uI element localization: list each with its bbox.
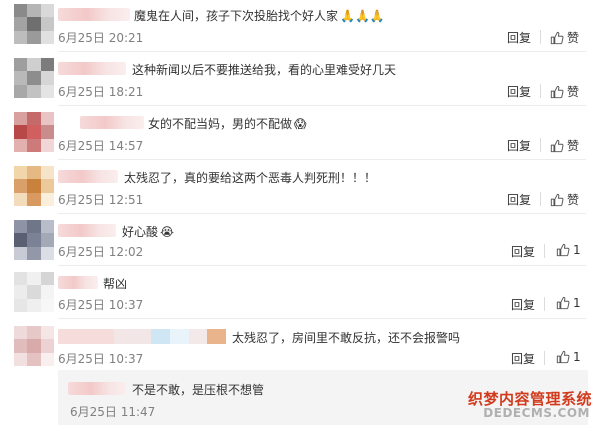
thumbs-up-icon — [550, 193, 564, 206]
reply-button[interactable]: 回复 — [511, 243, 535, 260]
username[interactable] — [58, 62, 126, 75]
comment-time: 6月25日 10:37 — [58, 298, 144, 312]
username[interactable] — [68, 382, 126, 395]
reply-button[interactable]: 回复 — [511, 296, 535, 313]
reply-button[interactable]: 回复 — [511, 350, 535, 367]
separator — [540, 30, 541, 44]
separator — [540, 84, 541, 98]
like-button[interactable]: 赞 — [550, 191, 579, 208]
comment-text: 帮凶 — [103, 277, 128, 291]
avatar[interactable] — [14, 166, 54, 206]
like-button[interactable]: 赞 — [550, 29, 579, 46]
avatar[interactable] — [14, 326, 54, 366]
divider — [58, 51, 586, 52]
comment-time: 6月25日 18:21 — [58, 85, 144, 99]
reply-button[interactable]: 回复 — [507, 29, 531, 46]
like-button[interactable]: 赞 — [550, 83, 579, 100]
username[interactable] — [58, 8, 130, 21]
like-button[interactable]: 1 — [556, 243, 581, 257]
username[interactable] — [58, 276, 98, 289]
username[interactable] — [58, 224, 116, 237]
comment-text: 太残忍了，房间里不敢反抗，还不会报警吗 — [232, 331, 461, 345]
separator — [544, 244, 545, 258]
comment-text: 魔鬼在人间，孩子下次投胎找个好人家 🙏🙏🙏 — [134, 9, 385, 23]
thumbs-up-icon — [550, 139, 564, 152]
reply-button[interactable]: 回复 — [507, 83, 531, 100]
thumbs-up-icon — [550, 85, 564, 98]
username[interactable] — [58, 170, 118, 183]
comment-emoji: 🙏🙏🙏 — [340, 9, 385, 23]
comment-time: 6月25日 10:37 — [58, 352, 144, 366]
comment-time: 6月25日 20:21 — [58, 31, 144, 45]
separator — [544, 297, 545, 311]
thumbs-up-icon — [556, 350, 570, 364]
thumbs-up-icon — [550, 31, 564, 44]
username[interactable] — [58, 329, 227, 344]
watermark-url: DEDECMS.COM — [483, 406, 590, 420]
avatar[interactable] — [14, 58, 54, 98]
comment-text: 不是不敢，是压根不想管 — [132, 383, 265, 397]
comment-time: 6月25日 12:02 — [58, 245, 144, 259]
divider — [58, 159, 586, 160]
avatar[interactable] — [14, 4, 54, 44]
comment-text: 太残忍了，真的要给这两个恶毒人判死刑！！！ — [124, 171, 377, 185]
divider — [58, 105, 586, 106]
comment-emoji: 😭 — [160, 225, 175, 239]
separator — [544, 351, 545, 365]
separator — [540, 138, 541, 152]
comment-emoji: 😱 — [294, 117, 307, 131]
username[interactable] — [80, 116, 144, 129]
avatar[interactable] — [14, 272, 54, 312]
divider — [58, 318, 586, 319]
comment-text: 这种新闻以后不要推送给我，看的心里难受好几天 — [132, 63, 397, 77]
like-button[interactable]: 1 — [556, 296, 581, 310]
like-button[interactable]: 赞 — [550, 137, 579, 154]
comment-text: 好心酸 😭 — [122, 225, 175, 239]
divider — [58, 213, 586, 214]
comment-time: 6月25日 12:51 — [58, 193, 144, 207]
comment-time: 6月25日 11:47 — [70, 405, 156, 419]
avatar[interactable] — [14, 220, 54, 260]
separator — [540, 192, 541, 206]
reply-button[interactable]: 回复 — [507, 191, 531, 208]
comment-time: 6月25日 14:57 — [58, 139, 144, 153]
avatar[interactable] — [14, 112, 54, 152]
like-button[interactable]: 1 — [556, 350, 581, 364]
divider — [58, 265, 586, 266]
thumbs-up-icon — [556, 243, 570, 257]
thumbs-up-icon — [556, 296, 570, 310]
comment-text: 女的不配当妈，男的不配做 😱 — [148, 117, 307, 131]
reply-button[interactable]: 回复 — [507, 137, 531, 154]
